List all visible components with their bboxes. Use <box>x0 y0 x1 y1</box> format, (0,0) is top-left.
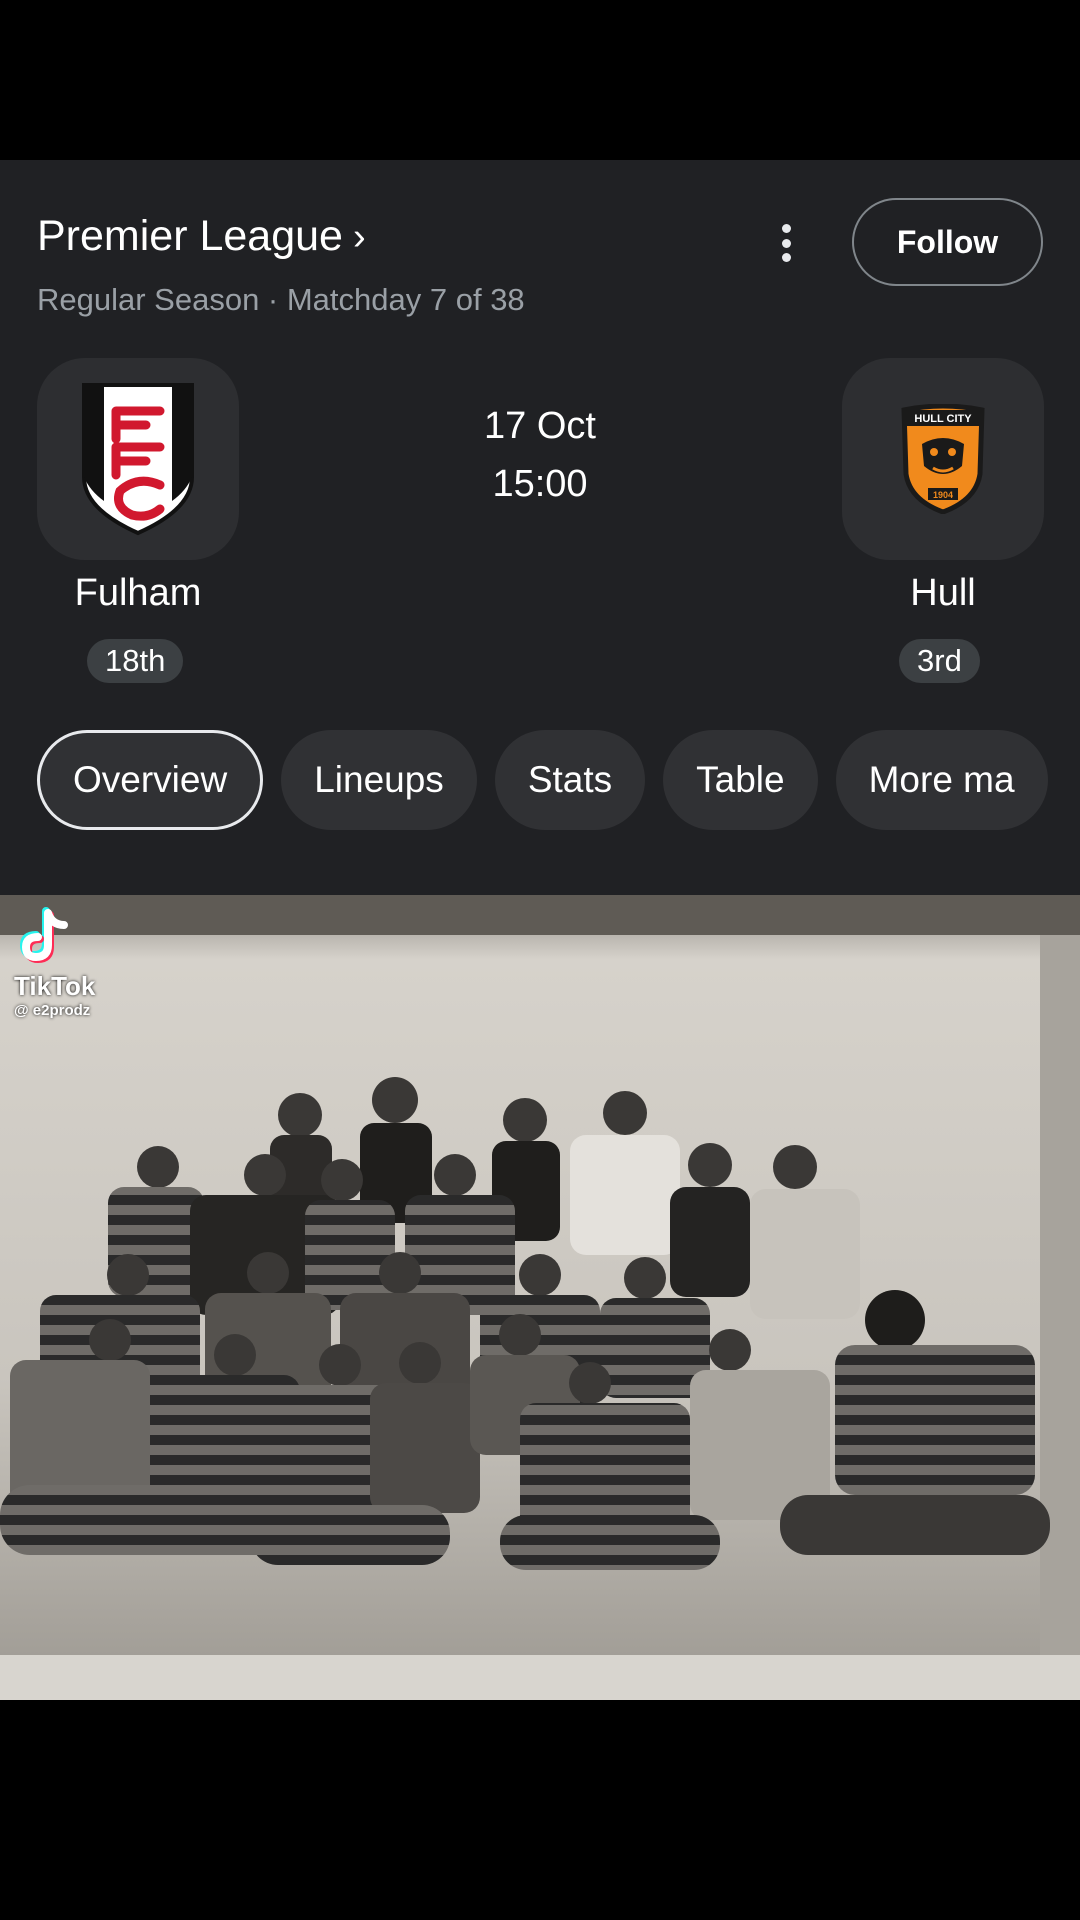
tab-stats[interactable]: Stats <box>494 730 646 830</box>
tab-overview[interactable]: Overview <box>37 730 264 830</box>
bottom-area <box>0 1700 1080 1920</box>
home-team-rank: 18th <box>87 639 184 683</box>
league-title[interactable]: Premier League <box>37 212 343 261</box>
tiktok-username: @ e2prodz <box>14 1002 91 1019</box>
tab-lineups[interactable]: Lineups <box>281 730 477 830</box>
tab-more-match[interactable]: More ma <box>835 730 1048 830</box>
home-team-logo[interactable] <box>37 358 239 560</box>
tiktok-watermark: TikTok @ e2prodz <box>14 907 134 1019</box>
fulham-crest-icon <box>82 383 194 536</box>
league-link[interactable]: Premier League › <box>37 212 366 261</box>
more-vert-icon[interactable] <box>770 218 802 268</box>
home-team-name[interactable]: Fulham <box>37 572 239 615</box>
match-date: 17 Oct <box>484 405 596 447</box>
status-bar-area <box>0 0 1080 160</box>
away-team-name[interactable]: Hull <box>842 572 1044 615</box>
chevron-right-icon: › <box>352 216 366 258</box>
tiktok-logo-icon <box>19 907 68 964</box>
away-team-logo[interactable]: HULL CITY 1904 <box>842 358 1044 560</box>
tab-table[interactable]: Table <box>663 730 818 830</box>
hull-crest-text: HULL CITY <box>914 413 972 425</box>
match-time: 15:00 <box>492 463 588 505</box>
tiktok-label: TikTok <box>14 971 96 1001</box>
hull-city-crest-icon: HULL CITY 1904 <box>901 404 985 514</box>
match-tabs: Overview Lineups Stats Table More ma <box>37 730 1048 830</box>
follow-button[interactable]: Follow <box>852 198 1043 286</box>
away-team-rank: 3rd <box>899 639 980 683</box>
matchday-subtitle: Regular Season · Matchday 7 of 38 <box>37 282 525 317</box>
hull-crest-year: 1904 <box>933 490 953 500</box>
match-card: Premier League › Regular Season · Matchd… <box>0 160 1080 895</box>
team-photo: TikTok @ e2prodz <box>0 895 1080 1700</box>
